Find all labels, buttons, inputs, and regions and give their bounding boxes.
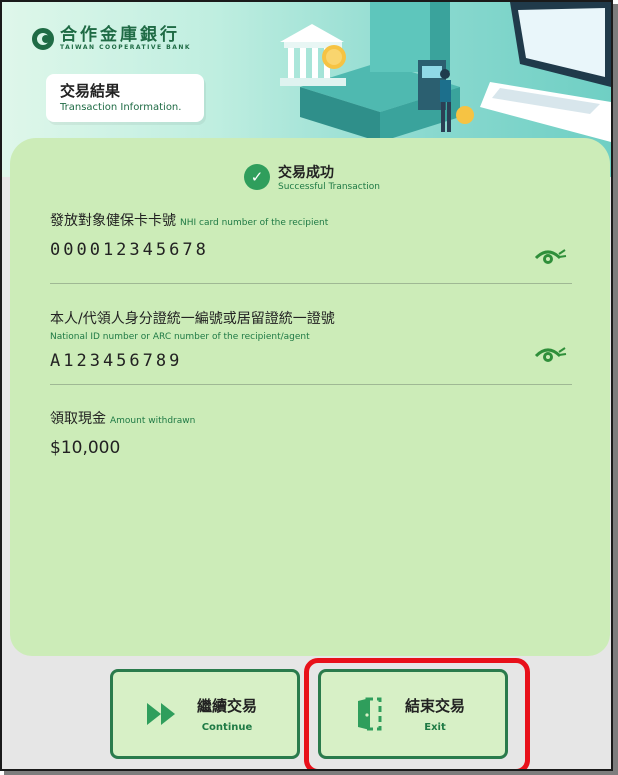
id-value: A123456789	[50, 351, 183, 371]
amount-label-cn: 領取現金	[50, 411, 106, 427]
page-subtitle: Transaction Information.	[60, 102, 182, 113]
fast-forward-icon	[143, 696, 179, 732]
bank-name-cn: 合作金庫銀行	[60, 25, 180, 45]
id-label-en: National ID number or ARC number of the …	[50, 332, 310, 342]
status-label: 交易成功	[278, 165, 334, 181]
divider	[50, 283, 572, 284]
page-title: 交易結果	[60, 82, 121, 100]
divider	[50, 384, 572, 385]
bank-name-en: TAIWAN COOPERATIVE BANK	[60, 44, 192, 51]
check-circle-icon: ✓	[244, 164, 270, 190]
exit-highlight-box	[304, 658, 530, 769]
atm-screen: 合作金庫銀行 TAIWAN COOPERATIVE BANK 交易結果 Tran…	[0, 0, 613, 771]
nhi-label-en: NHI card number of the recipient	[180, 218, 329, 228]
continue-label-en: Continue	[201, 722, 253, 733]
bank-logo-icon	[32, 27, 54, 50]
continue-button[interactable]: 繼續交易 Continue	[110, 669, 300, 759]
eye-icon[interactable]	[534, 344, 568, 364]
amount-label: 領取現金 Amount withdrawn	[50, 408, 195, 428]
bank-logo: 合作金庫銀行 TAIWAN COOPERATIVE BANK	[32, 26, 191, 51]
window-shadow	[4, 771, 618, 775]
amount-label-en: Amount withdrawn	[110, 416, 196, 426]
amount-value: $10,000	[50, 438, 121, 458]
page-title-box: 交易結果 Transaction Information.	[46, 74, 204, 122]
eye-icon[interactable]	[534, 246, 568, 266]
success-status: ✓ 交易成功 Successful Transaction	[244, 162, 380, 192]
status-label-en: Successful Transaction	[278, 182, 380, 192]
window-shadow	[613, 4, 618, 775]
nhi-value: 000012345678	[50, 240, 209, 260]
bank-illustration	[280, 2, 611, 142]
nhi-label: 發放對象健保卡卡號 NHI card number of the recipien…	[50, 210, 328, 230]
nhi-label-cn: 發放對象健保卡卡號	[50, 213, 176, 229]
continue-label: 繼續交易	[197, 697, 258, 715]
id-label: 本人/代領人身分證統一編號或居留證統一證號	[50, 311, 335, 327]
